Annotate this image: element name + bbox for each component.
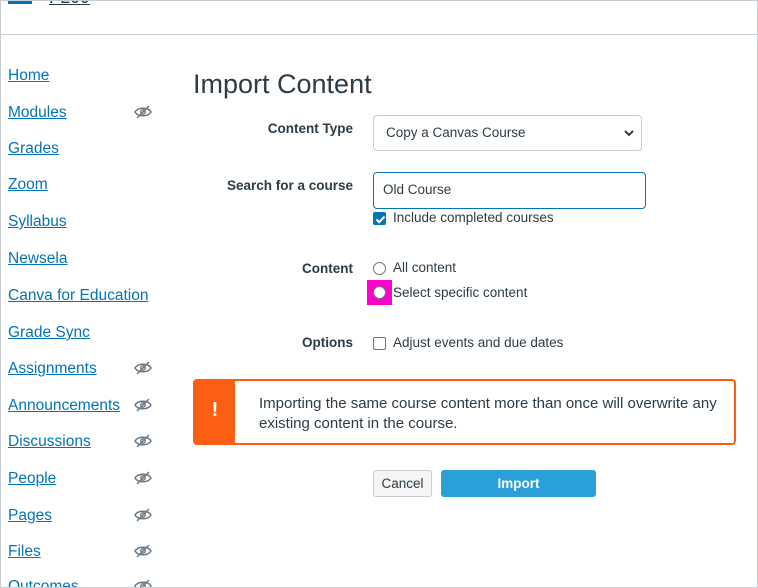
content-label: Content xyxy=(302,261,353,276)
course-search-input[interactable]: Old Course xyxy=(373,172,646,209)
breadcrumb-course[interactable]: FL09 xyxy=(49,1,90,8)
eye-slash-icon xyxy=(134,579,152,587)
eye-slash-icon xyxy=(134,471,152,485)
adjust-dates-checkbox[interactable] xyxy=(373,337,386,350)
exclamation-icon: ! xyxy=(211,399,219,421)
eye-slash-icon xyxy=(134,361,152,375)
sidebar-item-label[interactable]: Discussions xyxy=(8,433,91,451)
sidebar-item-grade-sync[interactable]: Grade Sync xyxy=(8,324,158,348)
course-search-value: Old Course xyxy=(383,182,452,197)
content-type-value: Copy a Canvas Course xyxy=(386,125,526,140)
sidebar-item-assignments[interactable]: Assignments xyxy=(8,360,158,384)
course-navigation: Home Modules Grades Zoom Syllabus Newsel… xyxy=(1,35,171,587)
sidebar-item-syllabus[interactable]: Syllabus xyxy=(8,213,158,237)
sidebar-item-outcomes[interactable]: Outcomes xyxy=(8,578,158,587)
search-course-label: Search for a course xyxy=(226,178,353,193)
chevron-down-icon xyxy=(624,130,634,137)
select-specific-radio[interactable] xyxy=(373,286,386,299)
import-content-form: Import Content Content Type Copy a Canva… xyxy=(193,35,753,587)
sidebar-item-discussions[interactable]: Discussions xyxy=(8,433,158,457)
include-completed-checkbox[interactable] xyxy=(373,212,386,225)
import-button[interactable]: Import xyxy=(441,470,596,497)
sidebar-item-label[interactable]: Announcements xyxy=(8,397,120,415)
sidebar-item-zoom[interactable]: Zoom xyxy=(8,176,158,200)
content-type-label: Content Type xyxy=(267,121,353,136)
sidebar-item-modules[interactable]: Modules xyxy=(8,104,158,128)
sidebar-item-announcements[interactable]: Announcements xyxy=(8,397,158,421)
sidebar-item-home[interactable]: Home xyxy=(8,67,158,91)
options-label: Options xyxy=(302,335,353,350)
sidebar-item-label[interactable]: Pages xyxy=(8,507,52,525)
content-type-select[interactable]: Copy a Canvas Course xyxy=(373,115,642,151)
all-content-radio[interactable] xyxy=(373,262,386,275)
sidebar-item-label[interactable]: Zoom xyxy=(8,176,48,194)
sidebar-item-label[interactable]: People xyxy=(8,470,56,488)
eye-slash-icon xyxy=(134,544,152,558)
checkmark-icon xyxy=(375,215,386,224)
sidebar-item-label[interactable]: Home xyxy=(8,67,49,85)
sidebar-item-label[interactable]: Canva for Education xyxy=(8,287,148,305)
sidebar-item-files[interactable]: Files xyxy=(8,543,158,567)
warning-alert: ! Importing the same course content more… xyxy=(193,379,736,445)
sidebar-item-canva[interactable]: Canva for Education xyxy=(8,287,158,311)
select-specific-label[interactable]: Select specific content xyxy=(393,285,527,300)
sidebar-item-newsela[interactable]: Newsela xyxy=(8,250,158,274)
sidebar-item-label[interactable]: Grades xyxy=(8,140,59,158)
sidebar-item-people[interactable]: People xyxy=(8,470,158,494)
top-bar: FL09 xyxy=(1,1,757,35)
sidebar-item-grades[interactable]: Grades xyxy=(8,140,158,164)
all-content-label[interactable]: All content xyxy=(393,260,456,275)
sidebar-item-label[interactable]: Outcomes xyxy=(8,578,79,587)
sidebar-item-label[interactable]: Grade Sync xyxy=(8,324,90,342)
eye-slash-icon xyxy=(134,105,152,119)
sidebar-item-label[interactable]: Syllabus xyxy=(8,213,67,231)
page-title: Import Content xyxy=(193,69,372,99)
alert-icon-panel: ! xyxy=(195,381,235,443)
eye-slash-icon xyxy=(134,398,152,412)
eye-slash-icon xyxy=(134,508,152,522)
app-frame: FL09 Home Modules Grades Zoom Syllabus N… xyxy=(0,0,758,588)
sidebar-item-label[interactable]: Files xyxy=(8,543,41,561)
sidebar-item-label[interactable]: Newsela xyxy=(8,250,67,268)
cancel-button[interactable]: Cancel xyxy=(373,470,432,497)
focus-highlight xyxy=(367,280,392,305)
eye-slash-icon xyxy=(134,434,152,448)
alert-message: Importing the same course content more t… xyxy=(259,395,717,432)
sidebar-item-label[interactable]: Assignments xyxy=(8,360,97,378)
adjust-dates-label[interactable]: Adjust events and due dates xyxy=(393,335,563,350)
sidebar-item-pages[interactable]: Pages xyxy=(8,507,158,531)
include-completed-label[interactable]: Include completed courses xyxy=(393,210,554,225)
sidebar-item-label[interactable]: Modules xyxy=(8,104,67,122)
hamburger-menu-icon[interactable] xyxy=(8,1,32,4)
